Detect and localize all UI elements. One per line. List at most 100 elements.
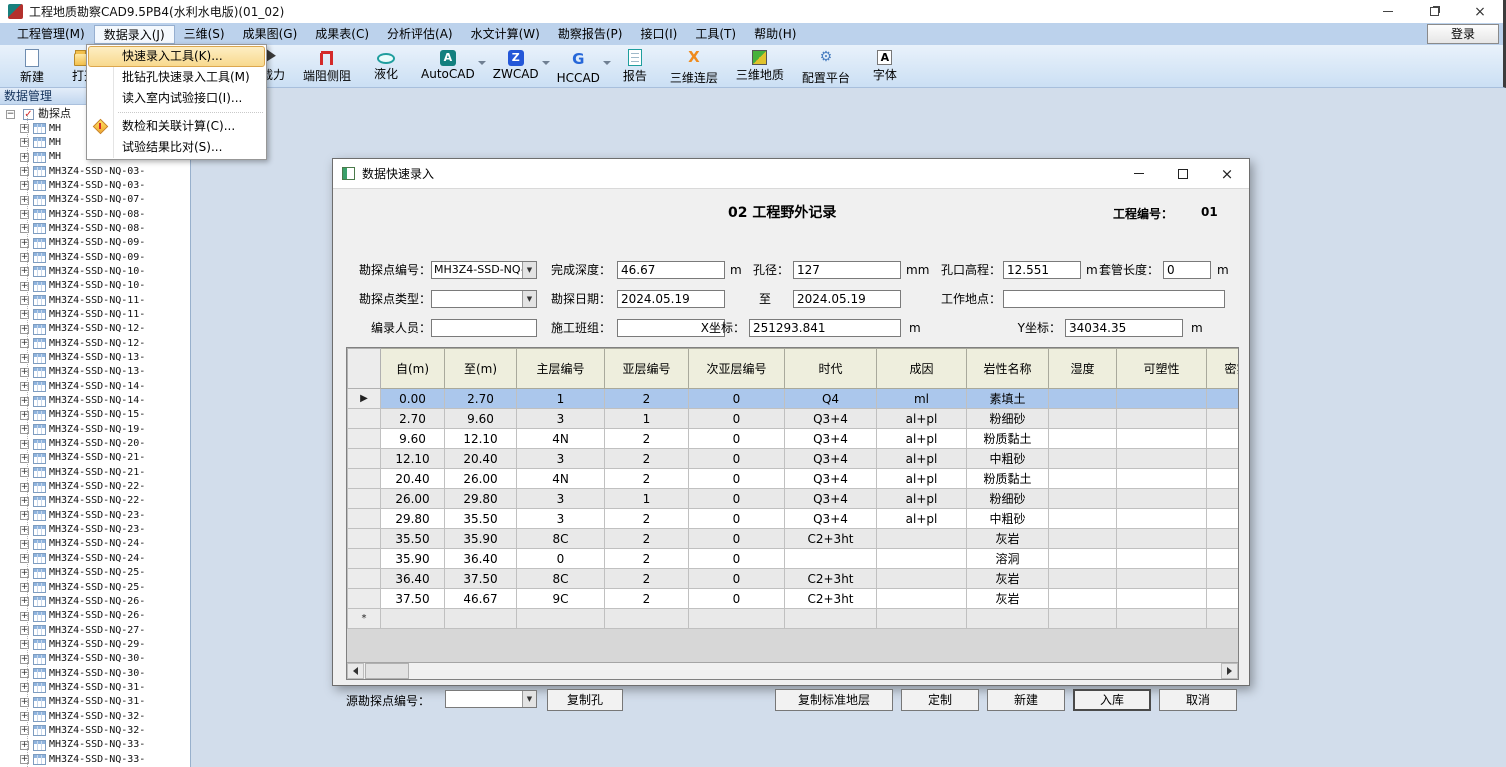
dropdown-arrow-icon[interactable] (478, 61, 486, 65)
tree-item[interactable]: +MH3Z4-SSD-NQ-20- (0, 437, 190, 451)
toolbar-button-resistance-red[interactable]: 端阻侧阻 (298, 47, 356, 86)
grid-cell[interactable]: al+pl (877, 449, 967, 469)
tree-item[interactable]: +MH3Z4-SSD-NQ-25- (0, 580, 190, 594)
grid-cell[interactable]: Q3+4 (785, 409, 877, 429)
grid-cell[interactable]: Q3+4 (785, 489, 877, 509)
grid-cell[interactable]: 粉质黏土 (967, 429, 1049, 449)
chevron-down-icon[interactable]: ▼ (522, 291, 536, 307)
grid-cell[interactable]: 0 (689, 409, 785, 429)
grid-column-header[interactable]: 自(m) (381, 349, 445, 389)
tree-item[interactable]: +MH3Z4-SSD-NQ-03- (0, 179, 190, 193)
grid-cell[interactable] (1117, 549, 1207, 569)
row-selector[interactable] (348, 589, 381, 609)
toolbar-button-report-doc[interactable]: 报告 (613, 47, 657, 86)
grid-new-row[interactable]: * (348, 609, 1240, 629)
checked-checkbox-icon[interactable]: ✓ (23, 109, 34, 120)
dropdown-arrow-icon[interactable] (603, 61, 611, 65)
grid-cell[interactable] (1117, 589, 1207, 609)
grid-cell[interactable]: 灰岩 (967, 589, 1049, 609)
scroll-right-icon[interactable] (1221, 663, 1238, 679)
grid-cell[interactable]: 37.50 (381, 589, 445, 609)
menu-item-6[interactable]: 试验结果比对(S)... (88, 137, 265, 158)
tree-item[interactable]: +MH3Z4-SSD-NQ-31- (0, 681, 190, 695)
point-type-combo[interactable]: ▼ (431, 290, 537, 308)
grid-cell[interactable] (517, 609, 605, 629)
grid-cell[interactable] (1117, 429, 1207, 449)
grid-cell[interactable]: 中粗砂 (967, 509, 1049, 529)
copy-standard-layer-button[interactable]: 复制标准地层 (775, 689, 893, 711)
grid-cell[interactable] (1049, 429, 1117, 449)
tree-item[interactable]: +MH3Z4-SSD-NQ-08- (0, 207, 190, 221)
grid-cell[interactable]: 9.60 (381, 429, 445, 449)
tree-item[interactable]: +MH3Z4-SSD-NQ-09- (0, 236, 190, 250)
grid-cell[interactable]: 粉细砂 (967, 409, 1049, 429)
tree-item[interactable]: +MH3Z4-SSD-NQ-14- (0, 394, 190, 408)
source-point-combo[interactable]: ▼ (445, 690, 537, 708)
grid-cell[interactable] (1049, 449, 1117, 469)
grid-column-header[interactable]: 时代 (785, 349, 877, 389)
grid-cell[interactable]: al+pl (877, 409, 967, 429)
tree-item[interactable]: +MH3Z4-SSD-NQ-23- (0, 509, 190, 523)
grid-cell[interactable] (1049, 489, 1117, 509)
grid-cell[interactable]: 12.10 (381, 449, 445, 469)
grid-cell[interactable]: 3 (517, 409, 605, 429)
grid-cell[interactable]: 1 (605, 409, 689, 429)
grid-cell[interactable] (1049, 589, 1117, 609)
dropdown-arrow-icon[interactable] (542, 61, 550, 65)
grid-cell[interactable] (1207, 589, 1240, 609)
grid-cell[interactable] (1207, 549, 1240, 569)
tree-item[interactable]: +MH3Z4-SSD-NQ-13- (0, 351, 190, 365)
toolbar-button-font-a[interactable]: A字体 (863, 47, 907, 86)
toolbar-button-autocad[interactable]: AAutoCAD (416, 47, 480, 86)
tree-item[interactable]: +MH3Z4-SSD-NQ-30- (0, 652, 190, 666)
dialog-minimize-icon[interactable] (1117, 159, 1161, 189)
tree-item[interactable]: +MH3Z4-SSD-NQ-11- (0, 293, 190, 307)
grid-cell[interactable] (1207, 389, 1240, 409)
tree-item[interactable]: +MH3Z4-SSD-NQ-32- (0, 724, 190, 738)
menubar-item-3[interactable]: 三维(S) (175, 25, 234, 44)
tree-item[interactable]: +MH3Z4-SSD-NQ-19- (0, 423, 190, 437)
tree-item[interactable]: +MH3Z4-SSD-NQ-29- (0, 638, 190, 652)
tree-item[interactable]: +MH3Z4-SSD-NQ-11- (0, 308, 190, 322)
grid-cell[interactable] (967, 609, 1049, 629)
tree-item[interactable]: +MH3Z4-SSD-NQ-08- (0, 222, 190, 236)
menubar-item-6[interactable]: 分析评估(A) (378, 25, 462, 44)
row-selector[interactable] (348, 449, 381, 469)
grid-cell[interactable] (1207, 469, 1240, 489)
minimize-icon[interactable] (1365, 0, 1411, 23)
grid-horizontal-scrollbar[interactable] (347, 662, 1238, 679)
tree-item[interactable]: +MH3Z4-SSD-NQ-22- (0, 494, 190, 508)
grid-cell[interactable]: 3 (517, 509, 605, 529)
toolbar-button-zwcad[interactable]: ZZWCAD (488, 47, 544, 86)
menubar-item-11[interactable]: 帮助(H) (745, 25, 805, 44)
elevation-field[interactable]: 12.551 (1003, 261, 1081, 279)
grid-cell[interactable] (877, 609, 967, 629)
grid-row[interactable]: 35.5035.908C20C2+3ht灰岩 (348, 529, 1240, 549)
grid-cell[interactable] (1207, 509, 1240, 529)
menu-item-2[interactable]: 批钻孔快速录入工具(M) (88, 67, 265, 88)
point-no-combo[interactable]: MH3Z4-SSD-NQ-02-▼ (431, 261, 537, 279)
tree-item[interactable]: +MH3Z4-SSD-NQ-09- (0, 250, 190, 264)
menubar-item-5[interactable]: 成果表(C) (306, 25, 378, 44)
grid-cell[interactable]: Q3+4 (785, 469, 877, 489)
tree-item[interactable]: +MH3Z4-SSD-NQ-33- (0, 752, 190, 766)
grid-cell[interactable]: 0 (689, 569, 785, 589)
row-selector[interactable] (348, 549, 381, 569)
grid-row[interactable]: 29.8035.50320Q3+4al+pl中粗砂 (348, 509, 1240, 529)
grid-cell[interactable]: 1 (517, 389, 605, 409)
grid-cell[interactable] (1049, 409, 1117, 429)
grid-cell[interactable]: 35.90 (445, 529, 517, 549)
grid-cell[interactable]: C2+3ht (785, 529, 877, 549)
tree-item[interactable]: +MH3Z4-SSD-NQ-10- (0, 265, 190, 279)
grid-cell[interactable]: 2 (605, 469, 689, 489)
grid-cell[interactable]: Q3+4 (785, 449, 877, 469)
grid-cell[interactable] (1117, 529, 1207, 549)
location-field[interactable] (1003, 290, 1225, 308)
grid-cell[interactable]: 3 (517, 449, 605, 469)
grid-column-header[interactable]: 岩性名称 (967, 349, 1049, 389)
tree-item[interactable]: +MH3Z4-SSD-NQ-12- (0, 322, 190, 336)
grid-cell[interactable] (445, 609, 517, 629)
grid-cell[interactable] (1117, 609, 1207, 629)
menu-item-1[interactable]: 快速录入工具(K)... (88, 46, 265, 67)
tree-item[interactable]: +MH3Z4-SSD-NQ-21- (0, 451, 190, 465)
